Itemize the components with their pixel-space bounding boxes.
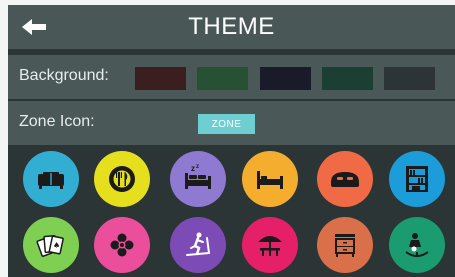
- icon-button-sofa[interactable]: [23, 151, 79, 207]
- icon-button-patio-umbrella[interactable]: [242, 217, 298, 273]
- back-button[interactable]: [22, 17, 50, 37]
- cabinet-icon: [335, 234, 355, 257]
- svg-text:♠: ♠: [53, 241, 60, 250]
- background-label: Background:: [19, 67, 109, 84]
- sleeping-bed-icon: z z: [185, 164, 211, 189]
- double-bed-icon: [331, 172, 359, 187]
- background-swatch-green[interactable]: [197, 67, 248, 90]
- icon-button-dining[interactable]: [94, 151, 150, 207]
- bookshelf-icon: [406, 166, 428, 192]
- icon-button-bookshelf[interactable]: [389, 151, 445, 207]
- background-swatch-dark-red[interactable]: [135, 67, 186, 90]
- patio-umbrella-icon: [258, 236, 282, 256]
- playing-cards-icon: ♠: [36, 234, 64, 257]
- zone-icon-row: Zone Icon: ZONE: [8, 101, 455, 145]
- zone-chip-button[interactable]: ZONE: [198, 114, 255, 134]
- theme-screen: THEME Background: Zone Icon: ZONE z z ♠: [8, 5, 455, 277]
- background-swatch-slate[interactable]: [384, 67, 435, 90]
- icon-button-sleeping-bed[interactable]: z z: [170, 151, 226, 207]
- page-title: THEME: [188, 13, 275, 40]
- icon-grid: z z ♠: [8, 145, 455, 277]
- icon-button-flower[interactable]: [94, 217, 150, 273]
- svg-text:z: z: [191, 164, 195, 173]
- icon-button-treadmill[interactable]: [170, 217, 226, 273]
- sofa-icon: [38, 172, 64, 189]
- icon-button-playing-cards[interactable]: ♠: [23, 217, 79, 273]
- arrow-left-icon: [22, 19, 46, 35]
- divider: [8, 49, 455, 51]
- background-swatch-teal[interactable]: [322, 67, 373, 90]
- baby-changing-icon: [405, 233, 429, 257]
- dining-icon: [109, 166, 135, 192]
- single-bed-icon: [257, 171, 283, 189]
- treadmill-icon: [186, 232, 210, 256]
- background-swatch-navy[interactable]: [260, 67, 311, 90]
- background-row: Background:: [8, 55, 455, 99]
- icon-button-double-bed[interactable]: [317, 151, 373, 207]
- flower-icon: [110, 233, 134, 257]
- svg-text:z: z: [196, 164, 199, 170]
- icon-button-single-bed[interactable]: [242, 151, 298, 207]
- header-bar: THEME: [8, 5, 455, 49]
- icon-button-cabinet[interactable]: [317, 217, 373, 273]
- zone-icon-label: Zone Icon:: [19, 113, 95, 130]
- icon-button-baby-changing[interactable]: [389, 217, 445, 273]
